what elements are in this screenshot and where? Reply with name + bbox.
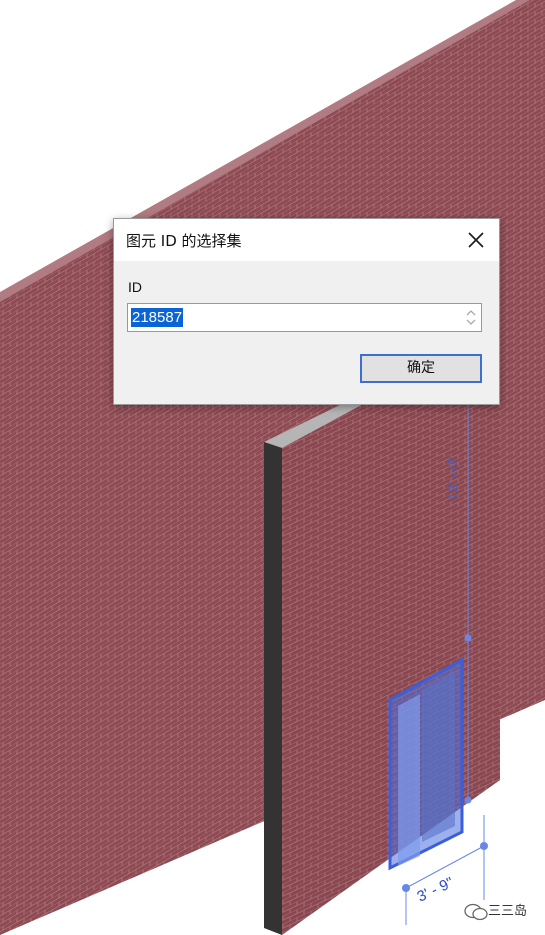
wechat-icon bbox=[464, 903, 488, 921]
door-jamb bbox=[398, 694, 420, 866]
spinner-icon[interactable] bbox=[463, 306, 479, 329]
dimension-height-label[interactable]: 13' - 0" bbox=[445, 457, 461, 500]
id-input[interactable]: 218587 bbox=[127, 303, 482, 332]
dimension-width-label[interactable]: 3' - 9" bbox=[415, 874, 457, 906]
revit-3d-viewport[interactable]: 13' - 0" 3' - 9" bbox=[0, 0, 545, 935]
id-input-value[interactable]: 218587 bbox=[131, 308, 184, 327]
close-icon[interactable] bbox=[461, 225, 491, 255]
ok-button[interactable]: 确定 bbox=[360, 354, 482, 383]
dialog-titlebar[interactable]: 图元 ID 的选择集 bbox=[114, 219, 499, 261]
dimension-grip[interactable] bbox=[402, 884, 410, 892]
dimension-grip[interactable] bbox=[480, 842, 488, 850]
selection-by-id-dialog: 图元 ID 的选择集 ID 218587 确定 bbox=[113, 218, 500, 405]
watermark-text: 三三岛 bbox=[487, 904, 527, 919]
id-label: ID bbox=[128, 279, 142, 295]
door-inner bbox=[422, 672, 455, 842]
dimension-grip[interactable] bbox=[464, 634, 472, 642]
front-wall-end-face bbox=[264, 442, 282, 935]
dimension-grip[interactable] bbox=[464, 796, 472, 804]
dialog-title: 图元 ID 的选择集 bbox=[126, 232, 242, 250]
